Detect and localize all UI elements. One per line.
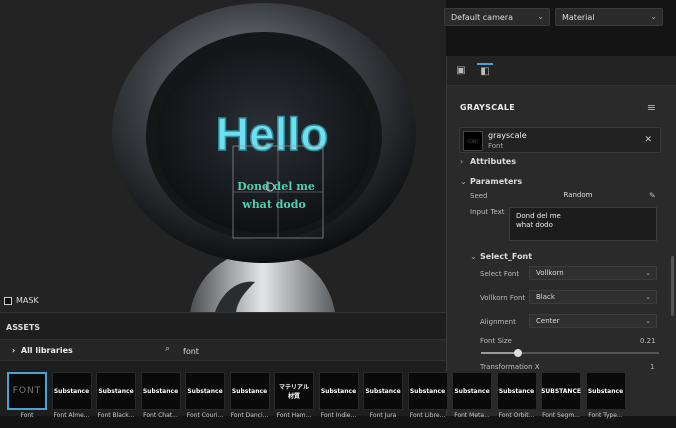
attributes-label: Attributes xyxy=(470,157,516,166)
asset-tile[interactable]: Substance Font Alme... xyxy=(51,372,92,422)
resource-name: grayscale xyxy=(488,131,527,140)
asset-tile[interactable]: Substance Font Indie... xyxy=(318,372,359,422)
menu-icon[interactable]: ≡ xyxy=(647,101,656,114)
font-preview-line-1: Dond del me xyxy=(237,180,315,193)
seed-value: Random xyxy=(563,191,593,199)
chevron-right-icon: › xyxy=(460,157,464,166)
viewport-scene: Hello Dond del me what dodo xyxy=(112,3,416,312)
chevron-right-icon: › xyxy=(12,346,16,355)
assets-title: ASSETS xyxy=(6,323,41,332)
select-font-group[interactable]: ⌄ Select_Font xyxy=(470,252,532,261)
panel-tabs: ▣ ◧ xyxy=(447,56,676,86)
vollkorn-font-label: Vollkorn Font xyxy=(480,294,526,302)
asset-thumbnail: Substance xyxy=(96,372,136,410)
mask-toggle[interactable]: MASK xyxy=(4,296,39,305)
asset-tile[interactable]: Substance Font Black... xyxy=(96,372,136,422)
resource-type: Font xyxy=(488,142,504,150)
library-selector[interactable]: › All libraries xyxy=(12,346,73,355)
mask-checkbox-icon[interactable] xyxy=(4,296,12,305)
input-text-label: Input Text xyxy=(470,208,505,216)
asset-tile[interactable]: Substance Font Danci... xyxy=(229,372,270,422)
asset-thumbnail: Substance xyxy=(496,372,537,410)
tab-layers-icon[interactable]: ▣ xyxy=(453,63,469,79)
font-size-value: 0.21 xyxy=(640,337,656,345)
seed-label: Seed xyxy=(470,192,488,200)
select-font-label: Select Font xyxy=(480,270,520,278)
material-dropdown[interactable]: Material ⌄ xyxy=(555,8,663,26)
viewport-toolbar: Default camera ⌄ Material ⌄ xyxy=(0,0,676,34)
alignment-dropdown[interactable]: Center ⌄ xyxy=(529,314,657,328)
asset-tile[interactable]: Substance Font Meta... xyxy=(452,372,492,422)
input-text-field[interactable]: Dond del me what dodo xyxy=(509,207,657,241)
parameters-group[interactable]: ⌄ Parameters xyxy=(460,177,522,186)
material-dropdown-value: Material xyxy=(562,13,595,22)
properties-panel: ▣ ◧ GRAYSCALE ≡ FONT grayscale Font ✕ › A… xyxy=(446,56,676,416)
search-input[interactable] xyxy=(180,344,440,358)
asset-thumbnail: SUBSTANCE xyxy=(541,372,581,410)
hello-3d-text: Hello xyxy=(216,108,328,160)
asset-tile[interactable]: Substance Font Libre... xyxy=(407,372,448,422)
close-icon[interactable]: ✕ xyxy=(644,135,652,145)
alignment-label: Alignment xyxy=(480,318,516,326)
asset-tile[interactable]: Substance Font Couri... xyxy=(185,372,225,422)
slider-fill xyxy=(481,352,519,354)
assets-toolbar: › All libraries ⌕ xyxy=(0,339,446,361)
asset-tile[interactable]: Substance Font Jura xyxy=(363,372,403,422)
chevron-down-icon: ⌄ xyxy=(645,317,651,325)
camera-dropdown-value: Default camera xyxy=(451,13,513,22)
input-text-line-2: what dodo xyxy=(516,221,553,229)
asset-thumbnail: Substance xyxy=(51,372,92,410)
chevron-down-icon: ⌄ xyxy=(650,12,657,21)
asset-thumbnail: FONT xyxy=(7,372,47,410)
asset-tile[interactable]: SUBSTANCE Font Segm... xyxy=(541,372,581,422)
library-selector-label: All libraries xyxy=(20,346,73,355)
asset-thumbnail: Substance xyxy=(185,372,225,410)
chevron-down-icon: ⌄ xyxy=(645,293,651,301)
seed-random-button[interactable]: Random xyxy=(509,189,647,203)
resource-thumbnail: FONT xyxy=(463,131,483,151)
asset-tile[interactable]: マテリアル 材質 Font Ham... xyxy=(274,372,314,422)
chevron-down-icon: ⌄ xyxy=(460,177,467,186)
input-text-line-1: Dond del me xyxy=(516,212,561,220)
asset-thumbnail: Substance xyxy=(318,372,359,410)
asset-thumbnail: Substance xyxy=(229,372,270,410)
attributes-group[interactable]: › Attributes xyxy=(460,157,516,166)
chevron-down-icon: ⌄ xyxy=(537,12,544,21)
pencil-icon[interactable]: ✎ xyxy=(649,191,656,200)
font-size-label: Font Size xyxy=(480,337,512,345)
asset-thumbnail: Substance xyxy=(407,372,448,410)
mask-label: MASK xyxy=(16,296,39,305)
asset-tile[interactable]: FONT Font xyxy=(7,372,47,422)
asset-thumbnail: マテリアル 材質 xyxy=(274,372,314,410)
section-title: GRAYSCALE xyxy=(460,103,516,112)
asset-thumbnail: Substance xyxy=(452,372,492,410)
select-font-dropdown[interactable]: Vollkorn ⌄ xyxy=(529,266,657,280)
select-font-value: Vollkorn xyxy=(536,269,564,277)
asset-thumbnails: FONT Font Substance Font Alme... Substance Fo… xyxy=(0,368,676,428)
resource-card[interactable]: FONT grayscale Font ✕ xyxy=(459,127,661,153)
select-font-group-label: Select_Font xyxy=(480,252,533,261)
camera-dropdown[interactable]: Default camera ⌄ xyxy=(444,8,550,26)
vollkorn-font-dropdown[interactable]: Black ⌄ xyxy=(529,290,657,304)
panel-scrollbar[interactable] xyxy=(671,256,674,316)
alignment-value: Center xyxy=(536,317,560,325)
font-preview-line-2: what dodo xyxy=(241,198,306,211)
chevron-down-icon: ⌄ xyxy=(470,252,477,261)
tab-properties-icon[interactable]: ◧ xyxy=(477,62,493,79)
asset-thumbnail: Substance xyxy=(140,372,181,410)
asset-tile[interactable]: Substance Font Chat... xyxy=(140,372,181,422)
asset-tile[interactable]: Substance Font Orbit... xyxy=(496,372,537,422)
slider-handle[interactable] xyxy=(514,349,523,357)
search-icon: ⌕ xyxy=(165,344,171,354)
font-size-slider[interactable] xyxy=(481,349,659,357)
asset-thumbnail: Substance xyxy=(363,372,403,410)
asset-thumbnail: Substance xyxy=(585,372,626,410)
parameters-label: Parameters xyxy=(470,177,523,186)
asset-tile[interactable]: Substance Font Type... xyxy=(585,372,626,422)
vollkorn-font-value: Black xyxy=(536,293,555,301)
chevron-down-icon: ⌄ xyxy=(645,269,651,277)
3d-viewport[interactable]: Hello Dond del me what dodo MASK xyxy=(0,0,446,312)
